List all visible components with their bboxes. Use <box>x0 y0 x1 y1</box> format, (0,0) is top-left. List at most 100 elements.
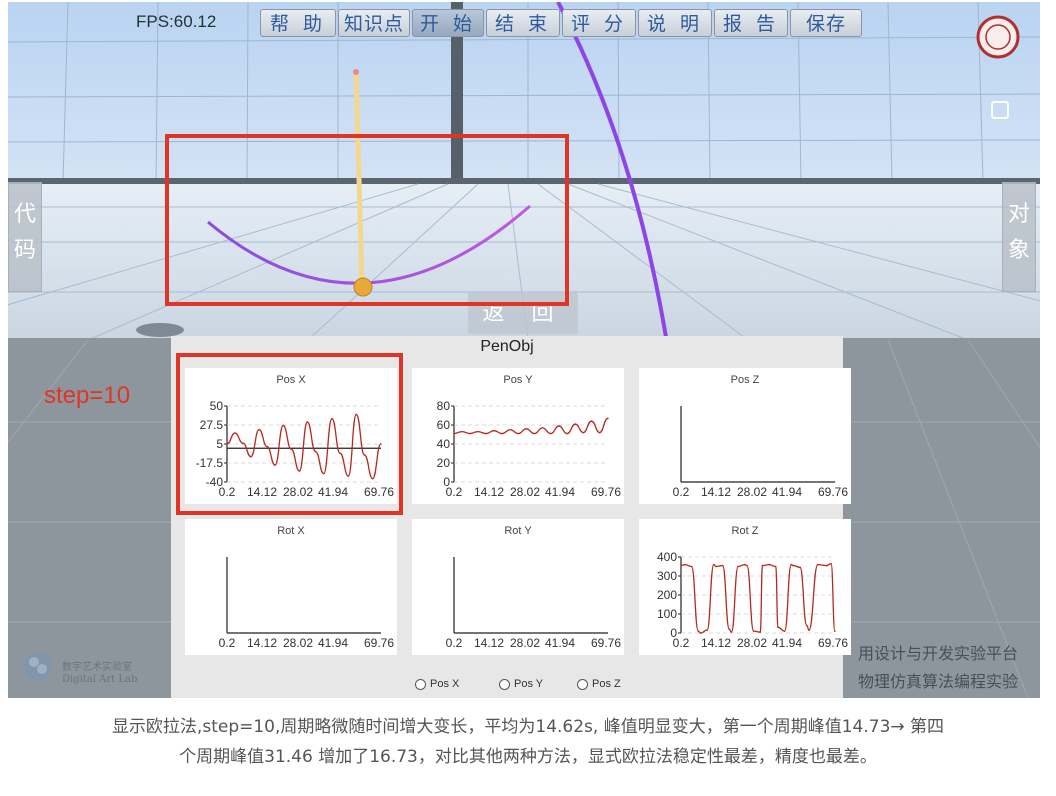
data-point <box>485 432 487 435</box>
data-point <box>525 428 528 430</box>
data-point <box>574 423 577 425</box>
x-tick-label: 69.76 <box>591 636 621 650</box>
radio-pos-z[interactable]: Pos Z <box>577 678 621 690</box>
data-point <box>730 631 733 633</box>
data-point <box>706 629 708 631</box>
y-tick-label: 300 <box>657 569 677 583</box>
data-point <box>493 429 495 432</box>
radio-circle-icon <box>499 678 510 690</box>
chart-title: Rot Y <box>504 525 532 537</box>
start-button[interactable]: 开 始 <box>412 9 484 37</box>
radio-pos-y[interactable]: Pos Y <box>499 678 543 690</box>
data-point <box>761 564 764 567</box>
caption-line-1: 显示欧拉法,step=10,周期略微随时间增大变长，平均为14.62s, 峰值明… <box>111 717 945 737</box>
data-point <box>783 630 786 632</box>
object-side-button[interactable]: 对象 <box>1002 182 1036 292</box>
data-point <box>501 432 503 435</box>
y-tick-label: 20 <box>437 456 451 470</box>
code-side-button[interactable]: 代码 <box>8 182 42 292</box>
radio-pos-x[interactable]: Pos X <box>415 678 459 690</box>
y-tick-label: 100 <box>657 607 677 621</box>
data-point <box>582 431 585 434</box>
data-point <box>453 432 455 435</box>
data-point <box>743 563 746 566</box>
x-tick-label: 0.2 <box>219 636 236 650</box>
data-point <box>684 563 686 566</box>
x-tick-label: 69.76 <box>364 636 394 650</box>
x-tick-label: 41.94 <box>545 485 575 499</box>
data-point <box>697 630 700 632</box>
data-point <box>690 565 693 568</box>
data-point <box>752 630 755 632</box>
data-point <box>721 564 724 567</box>
data-point <box>469 432 471 435</box>
knowledge-button[interactable]: 知识点 <box>338 9 410 37</box>
x-tick-label: 69.76 <box>591 485 621 499</box>
lab-logo-icon <box>24 652 52 680</box>
data-point <box>759 631 762 633</box>
data-point <box>715 565 717 568</box>
data-point <box>517 432 520 435</box>
data-point <box>728 628 731 630</box>
x-tick-label: 69.76 <box>818 485 848 499</box>
data-point <box>799 566 801 569</box>
chart-title: Pos Z <box>731 374 760 386</box>
chart-title: Rot X <box>277 525 305 537</box>
report-button[interactable]: 报 告 <box>714 9 788 37</box>
data-point <box>790 563 793 566</box>
step-annotation: step=10 <box>44 382 131 409</box>
data-point <box>817 563 819 566</box>
simulation-viewport[interactable]: FPS:60.12 帮 助 知识点 开 始 结 束 评 分 说 明 报 告 保存… <box>8 2 1040 698</box>
save-button[interactable]: 保存 <box>790 9 862 37</box>
data-point <box>598 431 601 434</box>
y-tick-label: 0 <box>443 475 450 489</box>
data-point <box>768 563 770 566</box>
help-button[interactable]: 帮 助 <box>260 9 336 37</box>
lab-name-en: Digital Art Lab <box>62 674 138 685</box>
data-point <box>699 632 702 634</box>
radio-circle-icon <box>577 678 588 690</box>
chart-rot-y: Rot Y 0.2 14.12 28.02 41.94 69.76 <box>412 519 624 655</box>
data-point <box>808 629 810 631</box>
platform-subtitle-watermark: 物理仿真算法编程实验 <box>858 672 1019 691</box>
chart-title: Pos Y <box>503 374 533 386</box>
data-point <box>558 425 560 427</box>
x-tick-label: 28.02 <box>737 485 767 499</box>
data-point <box>590 420 593 422</box>
score-button[interactable]: 评 分 <box>562 9 636 37</box>
data-point <box>834 630 836 632</box>
data-point <box>774 565 777 568</box>
x-tick-label: 14.12 <box>474 636 504 650</box>
series-line <box>680 562 836 634</box>
y-tick-label: 0 <box>670 626 677 640</box>
data-point <box>549 432 552 435</box>
data-point <box>509 428 512 431</box>
x-tick-label: 41.94 <box>772 485 802 499</box>
x-tick-label: 14.12 <box>247 636 277 650</box>
x-tick-label: 41.94 <box>545 636 575 650</box>
y-tick-label: 200 <box>657 588 677 602</box>
data-point <box>680 564 682 567</box>
data-point <box>541 427 544 429</box>
x-tick-label: 28.02 <box>510 485 540 499</box>
lab-name: 数字艺术实验室 Digital Art Lab <box>62 662 137 686</box>
x-tick-label: 28.02 <box>737 636 767 650</box>
data-point <box>746 564 748 567</box>
data-point <box>805 624 808 627</box>
x-tick-label: 28.02 <box>510 636 540 650</box>
figure-caption: 显示欧拉法,step=10,周期略微随时间增大变长，平均为14.62s, 峰值明… <box>0 712 1056 772</box>
x-tick-label: 0.2 <box>446 636 463 650</box>
x-tick-label: 28.02 <box>283 636 313 650</box>
data-point <box>792 564 795 567</box>
x-tick-label: 14.12 <box>701 485 731 499</box>
chart-title: Rot Z <box>732 525 759 537</box>
data-point <box>825 564 828 567</box>
university-logo <box>976 15 1020 59</box>
data-point <box>461 430 463 433</box>
end-button[interactable]: 结 束 <box>486 9 560 37</box>
chart-pos-z: Pos Z 0.2 14.12 28.02 41.94 69.76 <box>639 368 851 504</box>
chart-rot-z: Rot Z 0.2 14.12 28.02 41.94 69.76 400 300 200 100… <box>639 519 851 655</box>
data-point <box>566 432 568 435</box>
instructions-button[interactable]: 说 明 <box>638 9 712 37</box>
chart-pos-y: Pos Y 0.2 14.12 28.02 41.94 69.76 80 60 40 20 0 <box>412 368 624 504</box>
